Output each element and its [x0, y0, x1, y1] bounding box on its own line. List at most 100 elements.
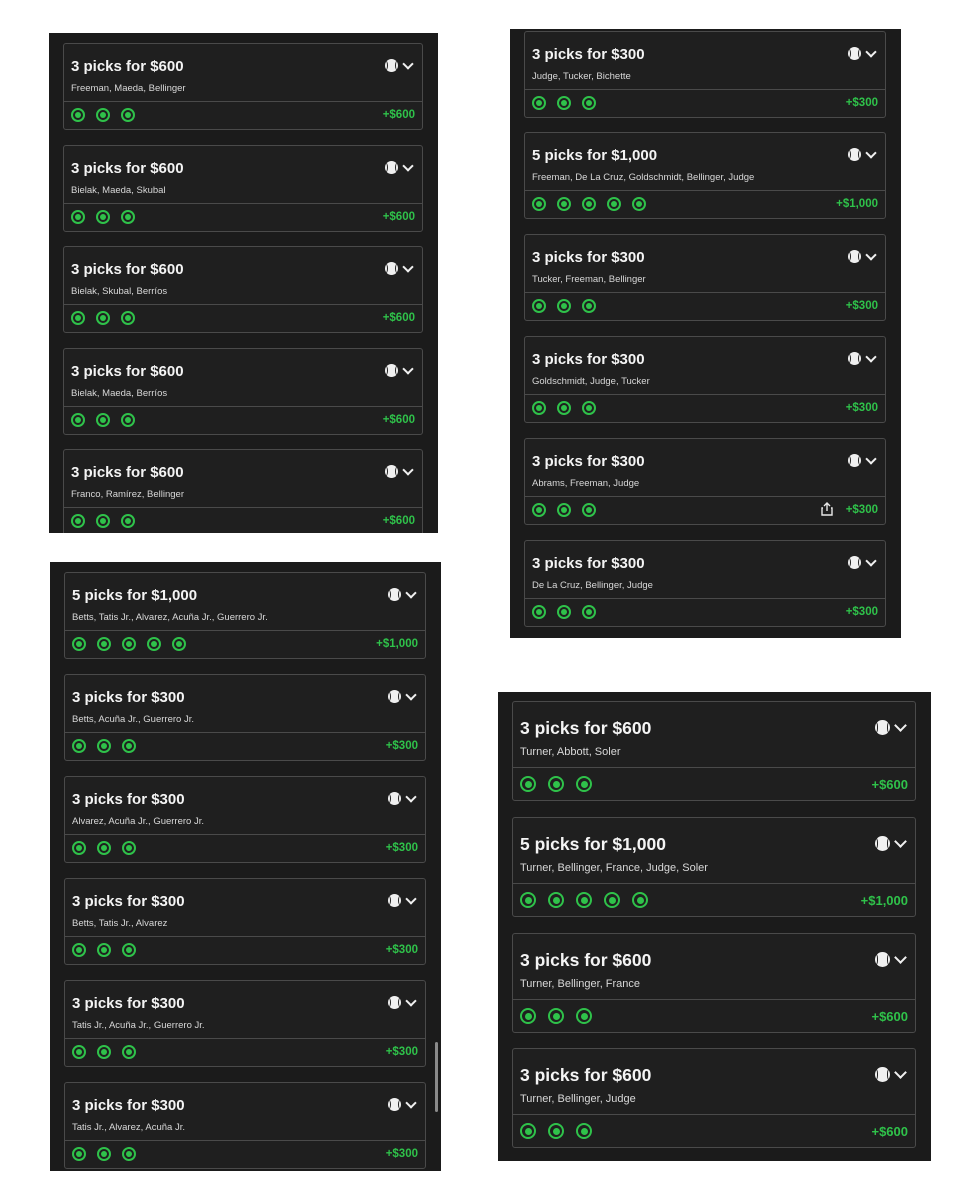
check-circle-icon	[548, 1123, 564, 1139]
chevron-down-icon[interactable]	[865, 248, 877, 261]
chevron-down-icon[interactable]	[405, 1096, 417, 1109]
chevron-down-icon[interactable]	[402, 57, 414, 70]
entry-header[interactable]: 3 picks for $300 Abrams, Freeman, Judge	[525, 439, 885, 497]
pick-entry-card[interactable]: 3 picks for $300 Betts, Acuña Jr., Guerre…	[64, 674, 426, 761]
entry-payout: +$300	[385, 740, 418, 752]
entry-results-row: +$600	[64, 407, 422, 434]
pick-entry-card[interactable]: 3 picks for $300 Betts, Tatis Jr., Alvare…	[64, 878, 426, 965]
chevron-down-icon[interactable]	[865, 452, 877, 465]
check-circle-icon	[97, 637, 111, 651]
entry-header[interactable]: 3 picks for $600 Turner, Abbott, Soler	[513, 702, 915, 768]
pick-entry-card[interactable]: 3 picks for $300 Abrams, Freeman, Judge +$…	[524, 438, 886, 525]
pick-status-list	[532, 503, 596, 517]
entry-header[interactable]: 3 picks for $300 Tatis Jr., Alvarez, Acuñ…	[65, 1083, 425, 1141]
entry-header[interactable]: 3 picks for $600 Bielak, Skubal, Berríos	[64, 247, 422, 305]
entry-header[interactable]: 3 picks for $300 Tatis Jr., Acuña Jr., Gu…	[65, 981, 425, 1039]
chevron-down-icon[interactable]	[865, 554, 877, 567]
chevron-down-icon[interactable]	[865, 350, 877, 363]
entry-players: Turner, Abbott, Soler	[520, 746, 621, 758]
chevron-down-icon[interactable]	[402, 159, 414, 172]
entry-header[interactable]: 3 picks for $600 Bielak, Maeda, Skubal	[64, 146, 422, 204]
entry-header-icons	[388, 994, 417, 1009]
check-circle-icon	[121, 413, 135, 427]
chevron-down-icon[interactable]	[405, 586, 417, 599]
pick-entry-card[interactable]: 3 picks for $300 Tatis Jr., Alvarez, Acuñ…	[64, 1082, 426, 1169]
pick-entry-card[interactable]: 5 picks for $1,000 Betts, Tatis Jr., Alva…	[64, 572, 426, 659]
pick-entry-card[interactable]: 3 picks for $600 Turner, Bellinger, Franc…	[512, 933, 916, 1033]
entry-header[interactable]: 5 picks for $1,000 Betts, Tatis Jr., Alva…	[65, 573, 425, 631]
chevron-down-icon[interactable]	[402, 463, 414, 476]
pick-entry-card[interactable]: 3 picks for $300 Tatis Jr., Acuña Jr., Gu…	[64, 980, 426, 1067]
pick-entry-card[interactable]: 3 picks for $600 Freeman, Maeda, Bellinge…	[63, 43, 423, 130]
chevron-down-icon[interactable]	[405, 994, 417, 1007]
entry-title: 5 picks for $1,000	[72, 587, 198, 604]
pick-entry-card[interactable]: 3 picks for $300 De La Cruz, Bellinger, J…	[524, 540, 886, 627]
entry-header[interactable]: 5 picks for $1,000 Freeman, De La Cruz, G…	[525, 133, 885, 191]
entry-header[interactable]: 3 picks for $300 Alvarez, Acuña Jr., Guer…	[65, 777, 425, 835]
pick-entry-card[interactable]: 3 picks for $300 Alvarez, Acuña Jr., Guer…	[64, 776, 426, 863]
entry-header[interactable]: 5 picks for $1,000 Turner, Bellinger, Fra…	[513, 818, 915, 884]
check-circle-icon	[72, 841, 86, 855]
chevron-down-icon[interactable]	[405, 688, 417, 701]
chevron-down-icon[interactable]	[865, 146, 877, 159]
entry-header[interactable]: 3 picks for $600 Bielak, Maeda, Berríos	[64, 349, 422, 407]
entry-players: Franco, Ramírez, Bellinger	[71, 489, 184, 500]
pick-entry-card[interactable]: 3 picks for $600 Bielak, Skubal, Berríos +…	[63, 246, 423, 333]
entry-players: De La Cruz, Bellinger, Judge	[532, 580, 653, 591]
entry-results-row: +$300	[65, 1039, 425, 1066]
scrollbar[interactable]	[435, 1042, 438, 1112]
entry-header[interactable]: 3 picks for $300 Judge, Tucker, Bichette	[525, 32, 885, 90]
chevron-down-icon[interactable]	[402, 362, 414, 375]
entry-header[interactable]: 3 picks for $300 Betts, Acuña Jr., Guerre…	[65, 675, 425, 733]
entry-payout: +$300	[845, 300, 878, 312]
check-circle-icon	[632, 197, 646, 211]
entry-results-row: +$600	[64, 102, 422, 129]
chevron-down-icon[interactable]	[894, 951, 907, 964]
entry-header[interactable]: 3 picks for $600 Turner, Bellinger, Judge	[513, 1049, 915, 1115]
chevron-down-icon[interactable]	[894, 719, 907, 732]
entry-results-row: +$600	[513, 768, 915, 800]
pick-entry-card[interactable]: 3 picks for $600 Turner, Bellinger, Judge…	[512, 1048, 916, 1148]
check-circle-icon	[147, 637, 161, 651]
entry-header[interactable]: 3 picks for $600 Freeman, Maeda, Bellinge…	[64, 44, 422, 102]
chevron-down-icon[interactable]	[894, 835, 907, 848]
pick-status-list	[72, 943, 136, 957]
pick-status-list	[71, 311, 135, 325]
baseball-icon	[848, 47, 861, 60]
pick-entry-card[interactable]: 5 picks for $1,000 Turner, Bellinger, Fra…	[512, 817, 916, 917]
check-circle-icon	[582, 299, 596, 313]
entry-header[interactable]: 3 picks for $300 De La Cruz, Bellinger, J…	[525, 541, 885, 599]
entry-payout: +$300	[845, 402, 878, 414]
pick-status-list	[520, 776, 592, 792]
share-icon[interactable]	[821, 502, 833, 521]
panel-entries-d: 3 picks for $600 Turner, Abbott, Soler +$6…	[498, 692, 931, 1161]
pick-entry-card[interactable]: 3 picks for $600 Turner, Abbott, Soler +$6…	[512, 701, 916, 801]
entry-header[interactable]: 3 picks for $300 Tucker, Freeman, Belling…	[525, 235, 885, 293]
check-circle-icon	[72, 1045, 86, 1059]
entry-results-row: +$300	[65, 1141, 425, 1168]
entry-header[interactable]: 3 picks for $300 Goldschmidt, Judge, Tuck…	[525, 337, 885, 395]
pick-entry-card[interactable]: 5 picks for $1,000 Freeman, De La Cruz, G…	[524, 132, 886, 219]
chevron-down-icon[interactable]	[894, 1066, 907, 1079]
pick-entry-card[interactable]: 3 picks for $300 Tucker, Freeman, Belling…	[524, 234, 886, 321]
entry-results-row: +$600	[64, 204, 422, 231]
pick-entry-card[interactable]: 3 picks for $600 Franco, Ramírez, Belling…	[63, 449, 423, 533]
panel-entries-c: 5 picks for $1,000 Betts, Tatis Jr., Alva…	[50, 562, 441, 1171]
entry-payout: +$600	[871, 777, 908, 792]
chevron-down-icon[interactable]	[405, 790, 417, 803]
entry-header-icons	[385, 463, 414, 478]
chevron-down-icon[interactable]	[865, 45, 877, 58]
check-circle-icon	[71, 311, 85, 325]
baseball-icon	[385, 262, 398, 275]
chevron-down-icon[interactable]	[402, 260, 414, 273]
check-circle-icon	[604, 892, 620, 908]
pick-entry-card[interactable]: 3 picks for $600 Bielak, Maeda, Berríos +$…	[63, 348, 423, 435]
entry-header[interactable]: 3 picks for $600 Franco, Ramírez, Belling…	[64, 450, 422, 508]
entry-header[interactable]: 3 picks for $600 Turner, Bellinger, Franc…	[513, 934, 915, 1000]
entry-header[interactable]: 3 picks for $300 Betts, Tatis Jr., Alvare…	[65, 879, 425, 937]
pick-entry-card[interactable]: 3 picks for $300 Judge, Tucker, Bichette +…	[524, 31, 886, 118]
entry-payout: +$300	[845, 97, 878, 109]
pick-entry-card[interactable]: 3 picks for $600 Bielak, Maeda, Skubal +$6…	[63, 145, 423, 232]
pick-entry-card[interactable]: 3 picks for $300 Goldschmidt, Judge, Tuck…	[524, 336, 886, 423]
chevron-down-icon[interactable]	[405, 892, 417, 905]
